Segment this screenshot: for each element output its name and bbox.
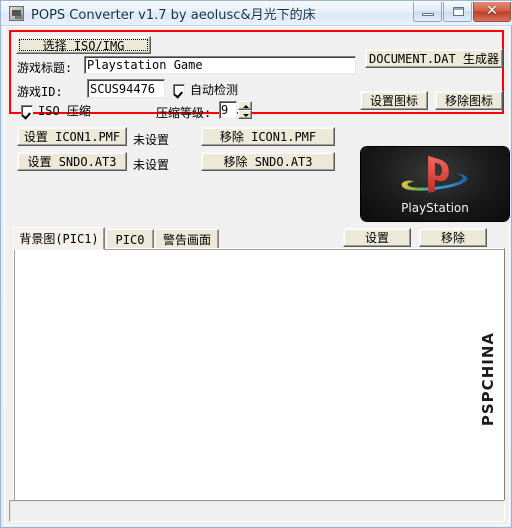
tab-pic0[interactable]: PIC0 [106,229,154,249]
status-bar [9,500,505,522]
playstation-logo: PlayStation [361,147,509,221]
checkbox-box [173,83,185,96]
tab-label: PIC0 [115,232,145,247]
game-id-label: 游戏ID: [17,85,63,99]
playstation-logo-icon [401,155,468,193]
game-id-input[interactable]: SCUS94476 [87,79,165,98]
sndo-at3-status: 未设置 [133,158,170,172]
game-id-value: SCUS94476 [90,81,156,96]
compress-level-input[interactable]: 9 [219,101,237,119]
remove-icon-button[interactable]: 移除图标 [435,91,503,110]
preview-remove-button[interactable]: 移除 [419,228,487,247]
tab-page: PSPCHINA [13,248,505,522]
remove-icon1-pmf-button[interactable]: 移除 ICON1.PMF [201,127,335,146]
document-dat-label: DOCUMENT.DAT 生成器 [369,52,499,66]
preview-set-button[interactable]: 设置 [343,228,411,247]
compress-level-spinner[interactable] [238,101,252,119]
playstation-logo-label: PlayStation [401,201,469,215]
remove-sndo-at3-label: 移除 SNDO.AT3 [223,155,313,169]
document-dat-generator-button[interactable]: DOCUMENT.DAT 生成器 [365,49,503,68]
app-window: POPS Converter v1.7 by aeolusc&月光下的床 ✕ 选… [0,0,512,528]
tab-label: 警告画面 [162,233,211,247]
maximize-button[interactable] [443,2,472,22]
tab-warning-screen[interactable]: 警告画面 [155,229,219,249]
conversion-settings-group: 选择 ISO/IMG 游戏标题: Playstation Game 游戏ID: … [9,30,504,120]
select-iso-button[interactable]: 选择 ISO/IMG [16,36,151,54]
set-icon-label: 设置图标 [369,94,418,108]
spinner-up-icon[interactable] [238,101,252,110]
game-title-input[interactable]: Playstation Game [84,56,356,74]
game-title-label: 游戏标题: [17,61,73,75]
tab-label: 背景图(PIC1) [19,232,99,246]
background-image-preview[interactable]: PSPCHINA [15,250,503,520]
select-iso-label: 选择 ISO/IMG [42,38,125,53]
iso-compress-label: ISO 压缩 [38,104,91,118]
app-icon [9,6,24,21]
pspchina-watermark: PSPCHINA [479,332,497,427]
title-bar[interactable]: POPS Converter v1.7 by aeolusc&月光下的床 ✕ [1,1,512,26]
preview-remove-label: 移除 [440,231,465,245]
compress-level-label: 压缩等级: [156,106,212,120]
minimize-icon [422,13,434,16]
close-button[interactable]: ✕ [473,2,511,22]
maximize-icon [453,7,464,16]
set-icon1-pmf-button[interactable]: 设置 ICON1.PMF [17,127,127,146]
window-controls: ✕ [412,2,511,23]
set-sndo-at3-label: 设置 SNDO.AT3 [27,155,117,169]
window-title: POPS Converter v1.7 by aeolusc&月光下的床 [31,8,316,23]
icon1-pmf-status: 未设置 [133,133,170,147]
checkbox-box [21,104,33,117]
set-sndo-at3-button[interactable]: 设置 SNDO.AT3 [17,152,127,171]
compress-level-value: 9 [221,103,229,117]
set-icon-button[interactable]: 设置图标 [360,91,428,110]
set-icon1-pmf-label: 设置 ICON1.PMF [23,130,121,144]
tab-background-pic1[interactable]: 背景图(PIC1) [13,227,105,250]
remove-icon1-pmf-label: 移除 ICON1.PMF [219,130,317,144]
spinner-down-icon[interactable] [238,110,252,119]
iso-compress-checkbox[interactable]: ISO 压缩 [21,102,91,119]
preview-tab-host: 背景图(PIC1) PIC0 警告画面 设置 移除 PSPCHINA [13,227,505,522]
auto-detect-label: 自动检测 [190,83,239,97]
preview-set-label: 设置 [364,231,389,245]
remove-sndo-at3-button[interactable]: 移除 SNDO.AT3 [201,152,335,171]
auto-detect-checkbox[interactable]: 自动检测 [173,81,238,98]
game-title-value: Playstation Game [87,58,203,72]
close-icon: ✕ [486,3,498,19]
remove-icon-label: 移除图标 [444,94,493,108]
client-area: 选择 ISO/IMG 游戏标题: Playstation Game 游戏ID: … [4,26,510,526]
minimize-button[interactable] [413,2,442,22]
